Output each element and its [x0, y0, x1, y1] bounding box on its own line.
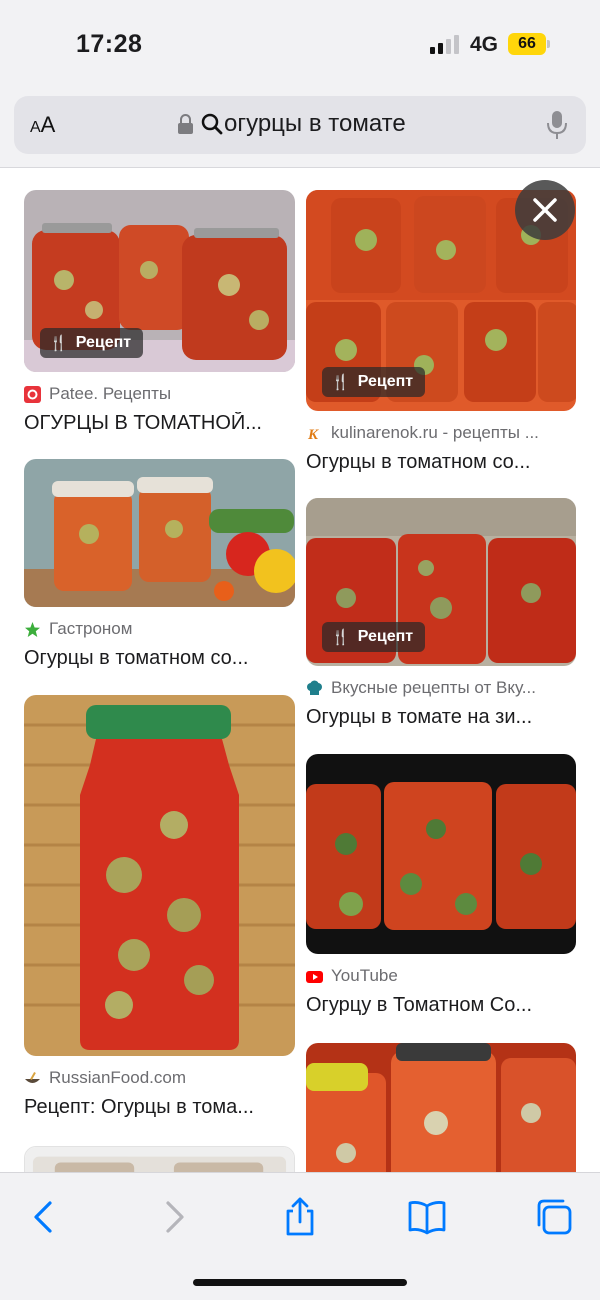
result-image[interactable]: 🍴 Рецепт — [306, 498, 576, 666]
fork-knife-icon: 🍴 — [331, 629, 350, 646]
result-card[interactable]: Гастроном Огурцы в томатном со... — [24, 459, 295, 670]
microphone-icon[interactable] — [546, 110, 568, 140]
result-title: Огурцу в Томатном Со... — [306, 994, 533, 1016]
result-source: Вкусные рецепты от Вку... — [306, 678, 576, 698]
image-results-grid: 🍴 Рецепт Patee. Рецепты ОГУРЦЫ В ТОМАТНОЙ… — [0, 169, 600, 1172]
network-type: 4G — [470, 33, 499, 56]
russianfood-icon — [25, 1071, 40, 1083]
result-title: Рецепт: Огурцы в тома... — [24, 1096, 254, 1118]
result-image[interactable] — [306, 1043, 576, 1172]
svg-text:K: K — [307, 427, 319, 442]
result-image[interactable]: 🍴 Рецепт — [24, 190, 295, 372]
result-source: RussianFood.com — [24, 1068, 295, 1088]
lock-icon — [178, 114, 193, 134]
youtube-icon — [306, 970, 323, 983]
search-query: огурцы в томате — [224, 110, 406, 137]
back-icon[interactable] — [24, 1197, 64, 1237]
result-image[interactable] — [24, 1146, 295, 1172]
result-image[interactable] — [24, 695, 295, 1056]
result-card[interactable]: 🍴 Рецепт Patee. Рецепты ОГУРЦЫ В ТОМАТНОЙ… — [24, 190, 295, 435]
patee-icon — [24, 385, 41, 403]
bookmarks-icon[interactable] — [407, 1197, 447, 1237]
recipe-badge: 🍴 Рецепт — [322, 367, 426, 397]
result-source: Гастроном — [24, 619, 295, 639]
close-icon — [533, 198, 557, 222]
result-card[interactable]: RussianFood.com Рецепт: Огурцы в тома... — [24, 695, 295, 1119]
result-title: Огурцы в томате на зи... — [306, 706, 533, 728]
search-icon — [201, 113, 223, 135]
recipe-badge: 🍴 Рецепт — [322, 622, 426, 652]
close-button[interactable] — [515, 180, 575, 240]
browser-top-bar: AA огурцы в томате — [0, 90, 600, 168]
tabs-icon[interactable] — [534, 1197, 574, 1237]
kulinarenok-icon: K — [307, 427, 319, 442]
result-title: ОГУРЦЫ В ТОМАТНОЙ... — [24, 412, 262, 434]
address-bar[interactable]: AA огурцы в томате — [14, 96, 586, 154]
browser-toolbar — [0, 1172, 600, 1300]
result-title: Огурцы в томатном со... — [306, 451, 531, 473]
fork-knife-icon: 🍴 — [331, 374, 350, 391]
result-card[interactable]: YouTube Огурцу в Томатном Со... — [306, 754, 576, 1017]
result-image[interactable] — [24, 459, 295, 607]
cellular-signal-icon — [430, 34, 462, 54]
status-bar: 17:28 4G 66 — [0, 0, 600, 90]
status-time: 17:28 — [76, 30, 143, 58]
result-card[interactable]: 🍴 Рецепт Вкусные рецепты от Вку... Огурцы… — [306, 498, 576, 729]
recipe-badge: 🍴 Рецепт — [40, 328, 144, 358]
forward-icon[interactable] — [154, 1197, 194, 1237]
result-source: Patee. Рецепты — [24, 384, 295, 404]
home-indicator — [193, 1279, 407, 1286]
battery-tip — [547, 40, 550, 48]
result-image[interactable] — [306, 754, 576, 954]
share-icon[interactable] — [280, 1197, 320, 1237]
gastronom-star-icon — [25, 621, 40, 637]
fork-knife-icon: 🍴 — [49, 335, 68, 352]
result-source: YouTube — [306, 966, 576, 986]
battery-icon: 66 — [508, 33, 546, 55]
chef-hat-icon — [307, 680, 322, 695]
result-card[interactable] — [24, 1146, 295, 1172]
result-title: Огурцы в томатном со... — [24, 647, 249, 669]
result-source: K kulinarenok.ru - рецепты ... — [307, 423, 539, 442]
text-size-button[interactable]: AA — [30, 112, 55, 138]
result-card[interactable] — [306, 1043, 576, 1172]
